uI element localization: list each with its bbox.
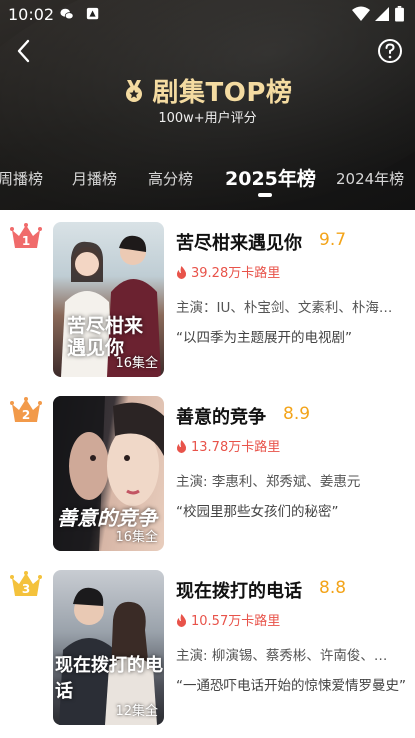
back-arrow-icon[interactable]	[12, 38, 36, 64]
notification-app-icon	[86, 7, 99, 20]
poster-image[interactable]: 现在拨打的电话 12集全	[53, 570, 164, 725]
rank-number: 1	[21, 234, 31, 248]
list-item[interactable]: 1 苦尽柑来遇见你 16集全 苦尽柑来遇见你 9.7 39.28万卡路里 主演：…	[0, 210, 415, 377]
page-subtitle: 100w+用户评分	[158, 111, 257, 126]
heat-value: 39.28万卡路里	[191, 266, 281, 281]
cast-line: 主演: 李惠利、郑秀斌、姜惠元	[176, 474, 361, 490]
poster-title: 现在拨打的电话	[55, 655, 163, 702]
wifi-icon	[352, 6, 370, 21]
page-title-text: 剧集TOP榜	[152, 78, 293, 108]
tagline: “校园里那些女孩们的秘密”	[176, 504, 339, 520]
score: 8.8	[319, 578, 347, 598]
flame-icon	[176, 614, 187, 627]
heat-value: 13.78万卡路里	[191, 440, 281, 455]
rank-badge: 1	[10, 222, 42, 250]
tab-weekly[interactable]: 周播榜	[0, 168, 43, 189]
ranking-tabs: 周播榜 月播榜 高分榜 2025年榜 2024年榜	[0, 162, 415, 197]
flame-icon	[176, 266, 187, 279]
rank-number: 3	[21, 582, 31, 596]
active-tab-indicator	[258, 193, 272, 197]
flame-icon	[176, 440, 187, 453]
cast-line: 主演: 柳演锡、蔡秀彬、许南俊、…	[176, 648, 388, 664]
show-title[interactable]: 善意的竞争	[176, 403, 266, 429]
heat-value: 10.57万卡路里	[191, 614, 281, 629]
rank-number: 2	[21, 408, 31, 422]
help-icon[interactable]	[377, 38, 403, 64]
tagline: “以四季为主题展开的电视剧”	[176, 330, 352, 346]
cast-line: 主演：IU、朴宝剑、文素利、朴海…	[176, 300, 393, 316]
heat-count: 10.57万卡路里	[176, 610, 280, 629]
signal-icon	[375, 7, 389, 21]
rank-badge: 2	[10, 396, 42, 424]
list-item[interactable]: 3 现在拨打的电话 12集全 现在拨打的电话 8.8 10.57万卡路里 主演:	[0, 558, 415, 725]
poster-image[interactable]: 善意的竞争 16集全	[53, 396, 164, 551]
wechat-icon	[60, 8, 74, 20]
episode-count: 16集全	[115, 356, 158, 371]
battery-icon	[395, 6, 404, 22]
tab-high-score[interactable]: 高分榜	[148, 168, 193, 189]
show-title[interactable]: 现在拨打的电话	[176, 577, 302, 603]
tab-2024[interactable]: 2024年榜	[336, 168, 404, 189]
show-title[interactable]: 苦尽柑来遇见你	[176, 229, 302, 255]
heat-count: 13.78万卡路里	[176, 436, 280, 455]
rank-badge: 3	[10, 570, 42, 598]
tagline: “一通恐吓电话开始的惊悚爱情罗曼史”	[176, 678, 406, 694]
header: 10:02 剧集TOP榜 100w+用户评分 周播榜 月播榜 高分榜 2025年…	[0, 0, 415, 210]
score: 8.9	[283, 404, 311, 424]
tab-2025[interactable]: 2025年榜	[225, 164, 316, 191]
medal-icon	[125, 79, 142, 102]
poster-image[interactable]: 苦尽柑来遇见你 16集全	[53, 222, 164, 377]
page-title: 剧集TOP榜	[0, 72, 415, 108]
episode-count: 16集全	[115, 530, 158, 545]
tab-monthly[interactable]: 月播榜	[72, 168, 117, 189]
score: 9.7	[319, 230, 347, 250]
list-item[interactable]: 2 善意的竞争 16集全 善意的竞争 8.9 13.78万卡路里 主演: 李惠利	[0, 384, 415, 551]
ranking-list: 1 苦尽柑来遇见你 16集全 苦尽柑来遇见你 9.7 39.28万卡路里 主演：…	[0, 210, 415, 738]
episode-count: 12集全	[115, 704, 158, 719]
status-bar: 10:02	[0, 0, 415, 28]
status-time: 10:02	[8, 5, 55, 24]
heat-count: 39.28万卡路里	[176, 262, 280, 281]
